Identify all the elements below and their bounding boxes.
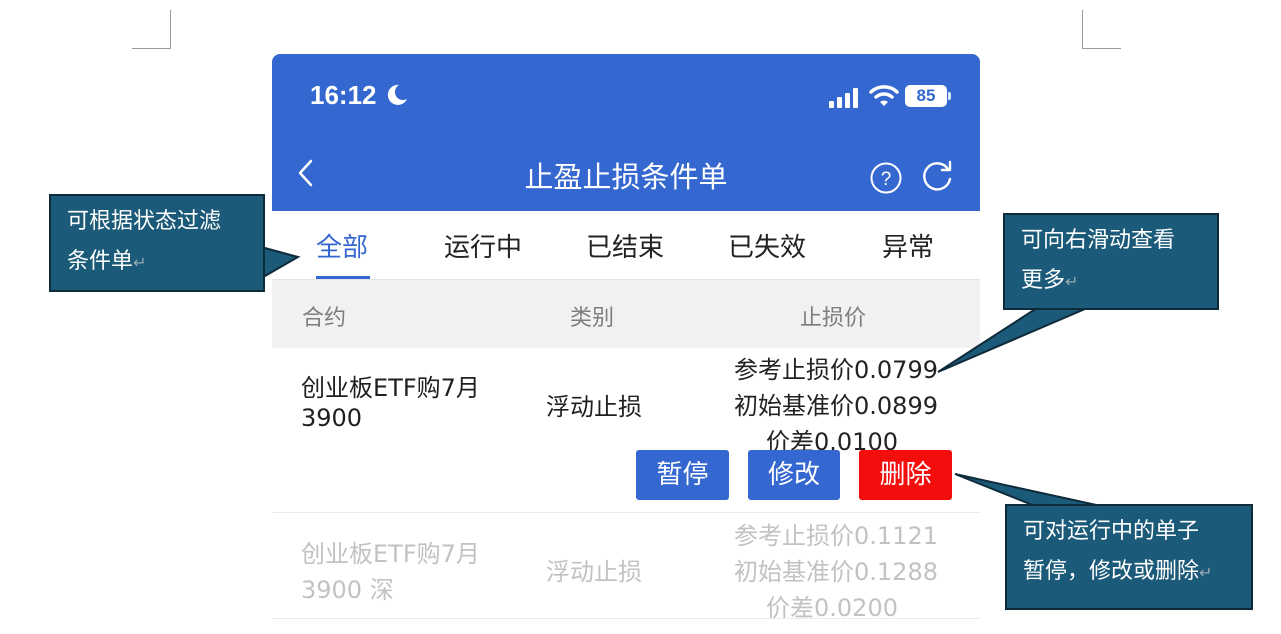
table-header: 合约 类别 止损价	[272, 280, 980, 348]
tab-finished[interactable]: 已结束	[586, 227, 664, 264]
base-price: 初始基准价0.0899	[734, 392, 938, 420]
pause-button[interactable]: 暂停	[636, 450, 729, 500]
paragraph-mark: ↵	[1199, 563, 1213, 582]
filter-callout-line1: 可根据状态过滤	[67, 209, 222, 234]
tab-all[interactable]: 全部	[316, 227, 368, 264]
tab-running[interactable]: 运行中	[444, 227, 522, 264]
battery-indicator: 85	[905, 85, 947, 107]
tab-abnormal[interactable]: 异常	[882, 227, 934, 264]
help-icon[interactable]: ?	[870, 162, 902, 194]
ref-stop-price: 参考止损价0.1121	[734, 522, 938, 550]
header-bar: 16:12 85 止盈止损条件单 ?	[272, 54, 980, 211]
crop-mark-top-left	[132, 10, 171, 49]
paragraph-mark: ↵	[133, 253, 147, 272]
status-tabs: 全部 运行中 已结束 已失效 异常	[272, 211, 980, 280]
actions-callout-line1: 可对运行中的单子	[1023, 519, 1200, 544]
scroll-callout: 可向右滑动查看 更多↵	[1003, 213, 1219, 310]
paragraph-mark: ↵	[1065, 272, 1079, 291]
column-type: 类别	[570, 306, 615, 331]
actions-callout-line2: 暂停，修改或删除↵	[1023, 559, 1213, 584]
battery-tip	[948, 92, 951, 100]
crop-mark-top-right	[1082, 10, 1121, 49]
status-time: 16:12	[310, 80, 377, 110]
signal-icon	[829, 88, 858, 108]
scroll-callout-line2: 更多↵	[1021, 268, 1079, 293]
contract-name: 创业板ETF购7月	[301, 540, 480, 568]
wifi-icon	[869, 85, 899, 106]
column-contract: 合约	[302, 306, 347, 331]
order-type: 浮动止损	[546, 393, 642, 421]
column-stop-price: 止损价	[800, 306, 867, 331]
actions-callout: 可对运行中的单子 暂停，修改或删除↵	[1005, 504, 1253, 610]
order-type: 浮动止损	[546, 558, 642, 586]
moon-icon	[387, 84, 407, 105]
ref-stop-price: 参考止损价0.0799	[734, 356, 938, 384]
contract-code: 3900 深	[301, 576, 394, 604]
row-divider	[272, 618, 980, 619]
contract-code: 3900	[301, 404, 363, 432]
filter-callout-line2: 条件单↵	[67, 249, 147, 274]
active-tab-indicator	[316, 276, 370, 279]
phone-screen: 16:12 85 止盈止损条件单 ? 全部 运行中 已结束 已失效 异常 合约 …	[272, 54, 980, 634]
refresh-icon[interactable]	[920, 160, 954, 194]
filter-callout: 可根据状态过滤 条件单↵	[49, 194, 265, 292]
row-divider	[272, 512, 980, 513]
scroll-callout-line1: 可向右滑动查看	[1021, 228, 1176, 253]
edit-button[interactable]: 修改	[748, 450, 840, 500]
tab-expired[interactable]: 已失效	[728, 227, 806, 264]
contract-name: 创业板ETF购7月	[301, 374, 480, 402]
base-price: 初始基准价0.1288	[734, 558, 938, 586]
svg-text:?: ?	[881, 169, 892, 190]
delete-button[interactable]: 删除	[859, 450, 952, 500]
